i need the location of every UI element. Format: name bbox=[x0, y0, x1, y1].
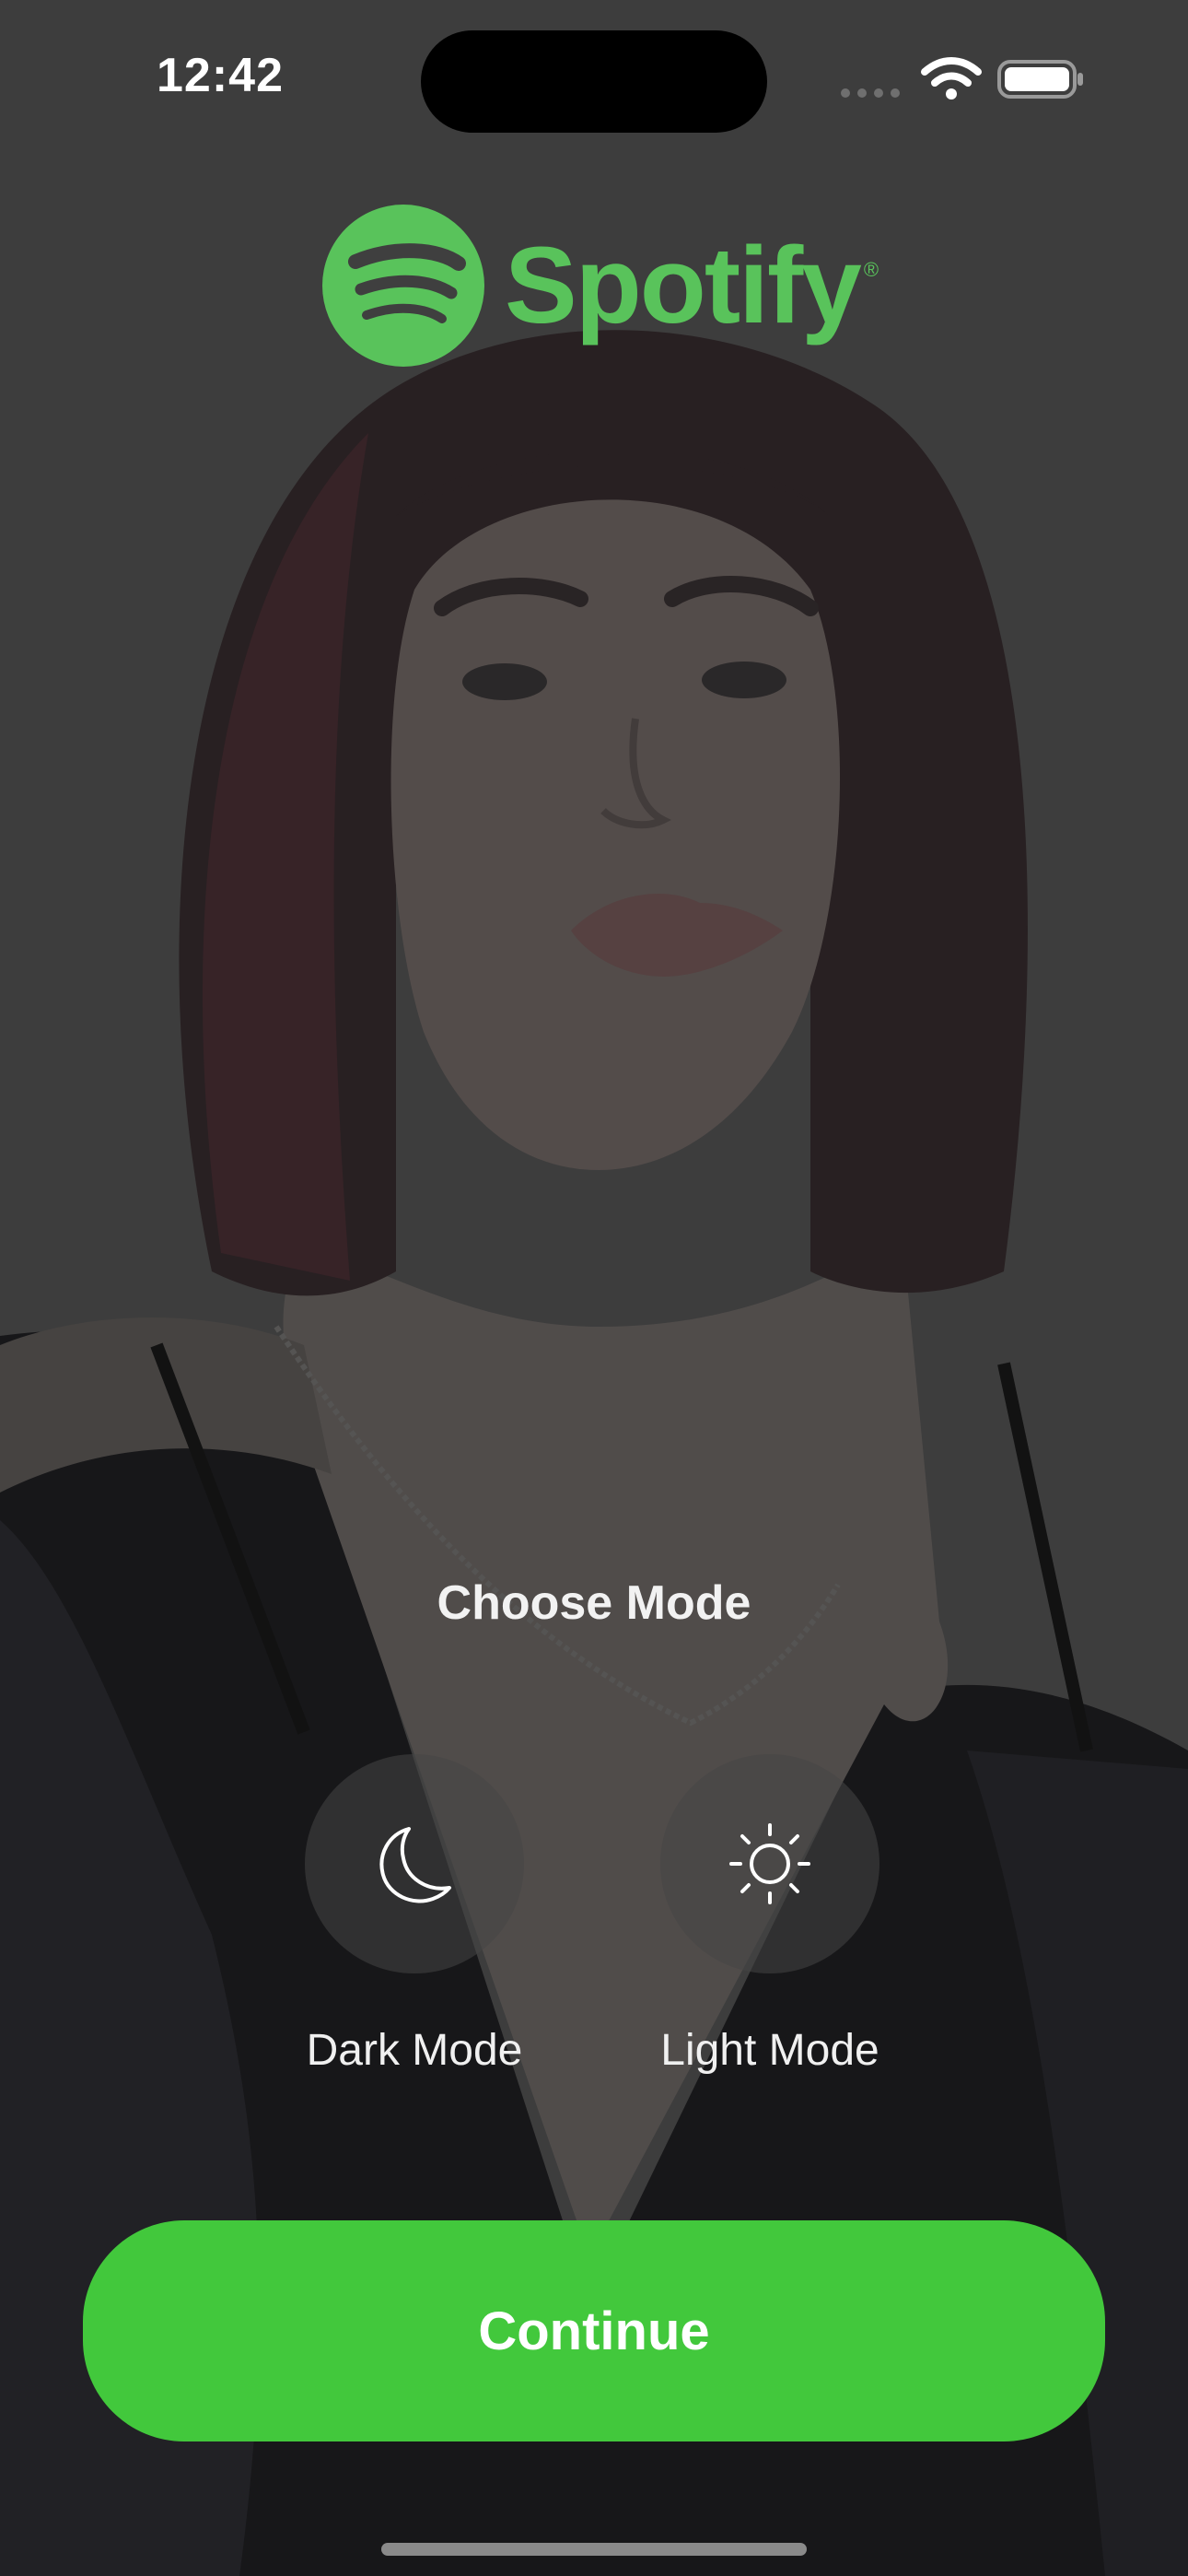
sun-icon bbox=[729, 1823, 810, 1904]
cellular-signal-icon bbox=[841, 88, 900, 98]
home-indicator[interactable] bbox=[381, 2543, 807, 2556]
dark-mode-label: Dark Mode bbox=[306, 2026, 523, 2075]
dark-mode-option[interactable]: Dark Mode bbox=[267, 1754, 562, 2076]
wifi-icon bbox=[921, 57, 982, 100]
moon-icon bbox=[379, 1827, 451, 1903]
spotify-logo-icon bbox=[322, 205, 484, 367]
registered-mark: ® bbox=[863, 258, 879, 281]
dynamic-island bbox=[421, 30, 767, 133]
light-mode-label: Light Mode bbox=[660, 2026, 879, 2075]
spotify-wordmark: Spotify bbox=[505, 225, 862, 346]
dim-overlay bbox=[0, 0, 1188, 2576]
spotify-logo: Spotify ® bbox=[322, 205, 879, 367]
dark-mode-button[interactable] bbox=[305, 1754, 524, 1973]
battery-icon bbox=[997, 60, 1083, 99]
status-time: 12:42 bbox=[157, 49, 284, 102]
choose-mode-title: Choose Mode bbox=[437, 1576, 751, 1630]
choose-mode-screen: 12:42 Spotify ® Choose Mode Dark Mode Li… bbox=[0, 0, 1188, 2576]
light-mode-button[interactable] bbox=[660, 1754, 879, 1973]
light-mode-option[interactable]: Light Mode bbox=[623, 1754, 917, 2076]
continue-button[interactable]: Continue bbox=[83, 2220, 1105, 2441]
status-bar: 12:42 bbox=[0, 0, 1188, 157]
